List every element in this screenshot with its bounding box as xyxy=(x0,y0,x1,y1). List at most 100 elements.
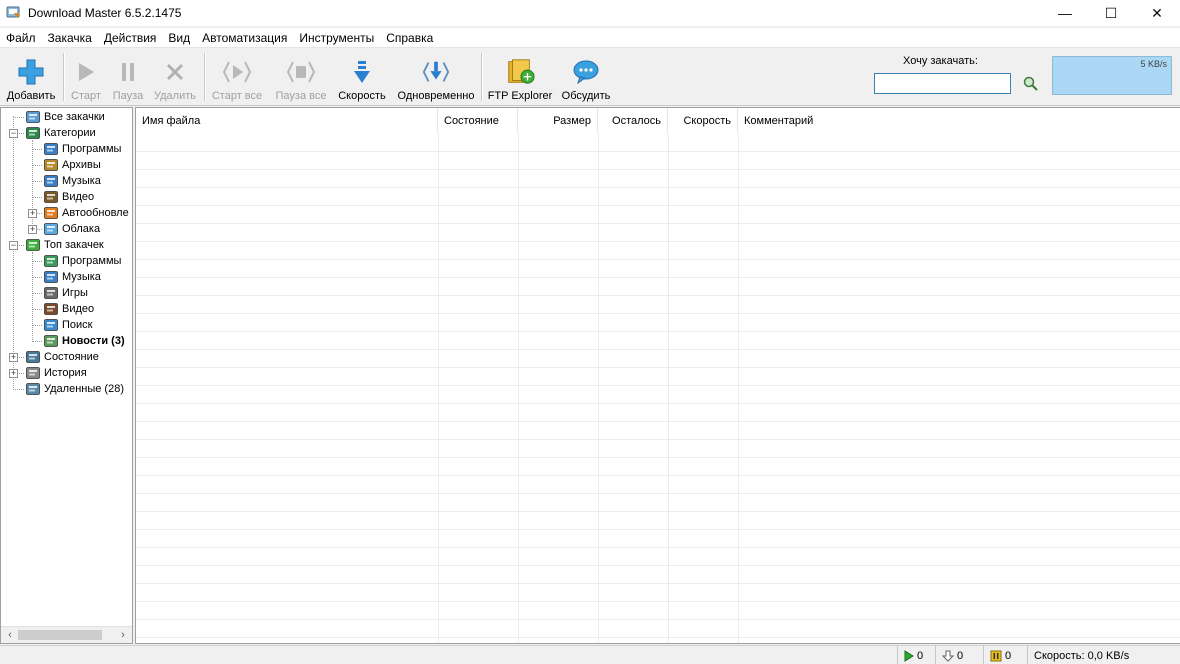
scroll-thumb[interactable] xyxy=(18,630,102,640)
tree-item-label: Музыка xyxy=(62,271,101,283)
grid-line xyxy=(668,134,669,643)
tree-item-label: Игры xyxy=(62,287,88,299)
expand-icon[interactable]: + xyxy=(9,353,18,362)
plus-icon xyxy=(16,57,46,87)
start-button[interactable]: Старт xyxy=(66,52,106,102)
menu-tools[interactable]: Инструменты xyxy=(293,28,380,48)
discuss-button[interactable]: Обсудить xyxy=(558,52,614,102)
tree-item-label: Видео xyxy=(62,191,95,203)
column-comment[interactable]: Комментарий xyxy=(738,108,1168,134)
tree-item-label: Программы xyxy=(62,143,122,155)
collapse-icon[interactable]: − xyxy=(9,129,18,138)
ftp-explorer-button[interactable]: FTP Explorer xyxy=(486,52,554,102)
start-all-button[interactable]: Старт все xyxy=(206,52,268,102)
column-filename[interactable]: Имя файла xyxy=(136,108,438,134)
tree-item[interactable]: Видео xyxy=(43,189,94,205)
minimize-button[interactable]: — xyxy=(1042,0,1088,26)
active-play-icon xyxy=(904,649,914,662)
tree-item[interactable]: Удаленные (28) xyxy=(25,381,124,397)
scroll-left-icon[interactable]: ‹ xyxy=(3,628,17,642)
tree-item-label: Удаленные (28) xyxy=(44,383,124,395)
maximize-button[interactable]: ☐ xyxy=(1088,0,1134,26)
add-button[interactable]: Добавить xyxy=(4,52,58,102)
tree-line xyxy=(32,293,42,294)
tree-item-label: Новости (3) xyxy=(62,335,125,347)
tree-item[interactable]: Новости (3) xyxy=(43,333,125,349)
tree-line xyxy=(13,389,24,390)
tree-item[interactable]: Игры xyxy=(43,285,88,301)
downloads-list[interactable]: Имя файла Состояние Размер Осталось Скор… xyxy=(135,107,1180,644)
autoupdate-icon xyxy=(43,206,59,220)
search-icon xyxy=(43,318,59,332)
tree-item[interactable]: Облака xyxy=(43,221,100,237)
cloud-icon xyxy=(43,222,59,236)
paused-count: 0 xyxy=(1005,649,1012,662)
queued-count: 0 xyxy=(957,649,964,662)
menu-view[interactable]: Вид xyxy=(162,28,196,48)
tree-item[interactable]: История xyxy=(25,365,87,381)
video-icon xyxy=(43,190,59,204)
want-download-input[interactable] xyxy=(874,73,1011,94)
start-label: Старт xyxy=(71,90,101,102)
music-icon xyxy=(43,174,59,188)
grid-line xyxy=(438,134,439,643)
menu-file[interactable]: Файл xyxy=(0,28,42,48)
start-all-label: Старт все xyxy=(211,90,263,102)
tree-line xyxy=(32,309,42,310)
column-remaining[interactable]: Осталось xyxy=(598,108,668,134)
scroll-right-icon[interactable]: › xyxy=(116,628,130,642)
simultaneous-button[interactable]: Одновременно xyxy=(394,52,478,102)
expand-icon[interactable]: + xyxy=(9,369,18,378)
delete-button[interactable]: Удалить xyxy=(150,52,200,102)
sidebar-horizontal-scrollbar[interactable]: ‹ › xyxy=(1,626,132,643)
ftp-explorer-label: FTP Explorer xyxy=(487,90,553,102)
ftp-folder-icon xyxy=(505,57,535,87)
tree-line xyxy=(32,325,42,326)
tree-item-label: Поиск xyxy=(62,319,93,331)
tree-item[interactable]: Программы xyxy=(43,141,121,157)
trash-icon xyxy=(25,382,41,396)
close-button[interactable]: ✕ xyxy=(1134,0,1180,26)
menu-download[interactable]: Закачка xyxy=(42,28,98,48)
tree-item[interactable]: Поиск xyxy=(43,317,92,333)
tree-item[interactable]: Программы xyxy=(43,253,121,269)
menu-automation[interactable]: Автоматизация xyxy=(196,28,293,48)
pause-button[interactable]: Пауза xyxy=(108,52,148,102)
speed-graph: 5 KB/s xyxy=(1052,56,1172,95)
speed-button[interactable]: Скорость xyxy=(336,52,388,102)
tree-item[interactable]: Все закачки xyxy=(25,109,105,125)
tree-line xyxy=(32,252,33,340)
tree-line xyxy=(32,277,42,278)
close-icon: ✕ xyxy=(1151,4,1163,21)
column-status[interactable]: Состояние xyxy=(438,108,518,134)
grid-line xyxy=(738,134,739,643)
status-speed: Скорость: 0,0 KB/s xyxy=(1027,646,1180,664)
expand-icon[interactable]: + xyxy=(28,225,37,234)
tree-item[interactable]: Категории xyxy=(25,125,96,141)
collapse-icon[interactable]: − xyxy=(9,241,18,250)
menu-help[interactable]: Справка xyxy=(380,28,439,48)
column-speed[interactable]: Скорость xyxy=(668,108,738,134)
tree-item-label: Категории xyxy=(44,127,96,139)
column-size[interactable]: Размер xyxy=(518,108,598,134)
toolbar: Добавить Старт Пауза Удалить Старт все П… xyxy=(0,49,1180,106)
search-go-button[interactable] xyxy=(1023,76,1039,92)
tree-item[interactable]: Музыка xyxy=(43,269,101,285)
tree-item[interactable]: Состояние xyxy=(25,349,99,365)
simultaneous-icon xyxy=(421,57,451,87)
tree-item-label: Автообновле xyxy=(62,207,129,219)
tree-item[interactable]: Видео xyxy=(43,301,94,317)
menu-actions[interactable]: Действия xyxy=(98,28,163,48)
expand-icon[interactable]: + xyxy=(28,209,37,218)
speed-arrow-icon xyxy=(347,57,377,87)
grid-line xyxy=(518,134,519,643)
pause-all-button[interactable]: Пауза все xyxy=(270,52,332,102)
tree-item[interactable]: Топ закачек xyxy=(25,237,104,253)
tree-item[interactable]: Архивы xyxy=(43,157,101,173)
magnifier-icon xyxy=(1023,76,1038,91)
tree-line xyxy=(32,181,42,182)
tree-item[interactable]: Музыка xyxy=(43,173,101,189)
tree-item[interactable]: Автообновле xyxy=(43,205,129,221)
news-icon xyxy=(43,334,59,348)
app-icon xyxy=(6,5,22,21)
